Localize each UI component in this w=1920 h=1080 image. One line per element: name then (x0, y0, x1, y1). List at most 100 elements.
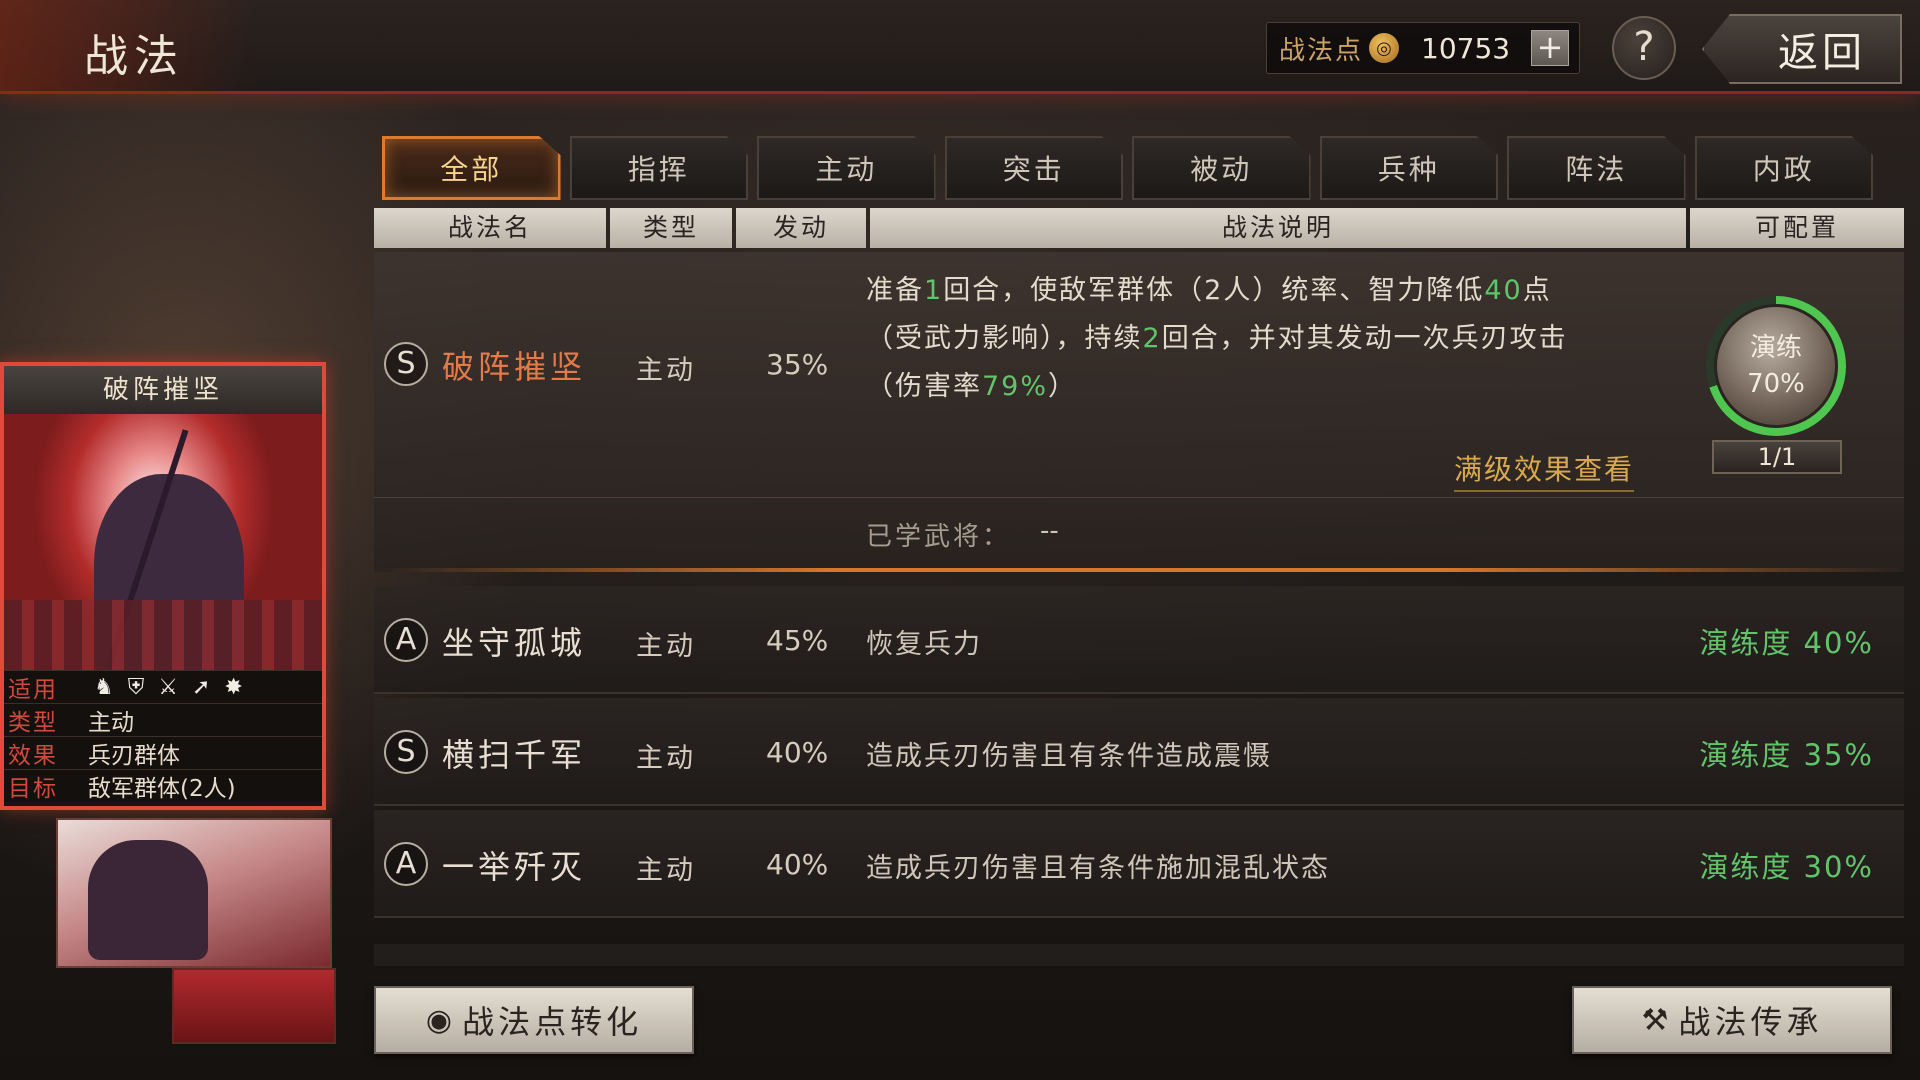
page-title: 战法 (84, 31, 184, 82)
tab-all[interactable]: 全部 (382, 136, 561, 200)
skill-description: 造成兵刃伤害且有条件施加混乱状态 (866, 853, 1330, 884)
max-level-effect-link[interactable]: 满级效果查看 (1454, 448, 1635, 492)
help-button[interactable]: ? (1612, 16, 1676, 80)
convert-points-button[interactable]: ◉ 战法点转化 (374, 986, 694, 1054)
tab-active[interactable]: 主动 (757, 136, 936, 200)
tab-assault[interactable]: 突击 (944, 136, 1124, 200)
desc-highlight: 79% (982, 371, 1049, 402)
skill-type: 主动 (636, 631, 696, 662)
learned-generals-value: -- (1040, 516, 1059, 546)
type-value: 主动 (88, 710, 134, 736)
back-label: 返回 (1778, 30, 1866, 76)
col-name[interactable]: 战法名 (374, 208, 606, 248)
tab-formation[interactable]: 阵法 (1507, 136, 1686, 200)
grade-badge: S (384, 342, 428, 386)
drill-progress: 演练度 40% (1699, 626, 1874, 660)
skill-card-title: 破阵摧坚 (4, 366, 322, 414)
skill-type: 主动 (636, 855, 696, 886)
skill-name: 横扫千军 (442, 736, 587, 774)
selected-skill-row[interactable]: S 破阵摧坚 主动 35% 准备1回合，使敌军群体（2人）统率、智力降低40点 … (374, 252, 1904, 572)
cavalry-icon: ♞ (94, 674, 114, 700)
inherit-skill-button[interactable]: ⚒ 战法传承 (1572, 986, 1892, 1054)
drill-progress: 演练度 35% (1699, 738, 1874, 772)
grade-badge: A (384, 842, 428, 886)
selected-highlight-bar (374, 568, 1904, 572)
wheel-icon: ✸ (224, 674, 243, 700)
description-line-3: （伤害率79%） (866, 364, 1077, 403)
skill-name: 破阵摧坚 (442, 348, 587, 386)
tab-command[interactable]: 指挥 (569, 136, 749, 200)
skill-row[interactable]: A 一举歼灭 主动 40% 造成兵刃伤害且有条件施加混乱状态 演练度 30% (374, 810, 1904, 918)
apply-icons: ♞ ⛨ ⚔ ➚ ✸ (80, 675, 243, 700)
skill-type: 主动 (636, 355, 696, 386)
add-points-button[interactable]: + (1531, 30, 1569, 66)
type-label: 类型 (8, 710, 58, 736)
drill-progress: 演练度 30% (1699, 850, 1874, 884)
skill-name: 一举歼灭 (442, 848, 587, 886)
convert-label: 战法点转化 (462, 1003, 643, 1041)
skill-rate: 40% (766, 848, 829, 881)
desc-text: 回合，并对其发动一次兵刃攻击 (1161, 323, 1568, 354)
army-crowd (4, 600, 322, 670)
flame-coin-icon: ◎ (1369, 33, 1400, 63)
card-apply-row: 适用 ♞ ⛨ ⚔ ➚ ✸ (4, 670, 322, 703)
col-configurable[interactable]: 可配置 (1690, 208, 1904, 248)
skill-name: 坐守孤城 (442, 624, 587, 662)
effect-value: 兵刃群体 (88, 743, 180, 769)
description-line-2: （受武力影响），持续2回合，并对其发动一次兵刃攻击 (866, 316, 1568, 355)
skill-card: 破阵摧坚 适用 ♞ ⛨ ⚔ ➚ ✸ 类型 主动 效果 兵刃群体 目标 敌军群体(… (0, 362, 326, 810)
desc-text: 回合，使敌军群体（2人）统率、智力降低 (943, 275, 1485, 306)
apply-label: 适用 (8, 677, 58, 703)
skill-description: 恢复兵力 (866, 629, 982, 660)
desc-highlight: 1 (924, 275, 944, 306)
config-count: 1/1 (1712, 440, 1842, 474)
column-headers: 战法名 类型 发动 战法说明 可配置 (374, 208, 1904, 248)
skill-type: 主动 (636, 743, 696, 774)
desc-text: 准备 (866, 275, 924, 306)
stacked-card-art (56, 818, 332, 968)
tactic-points-display: 战法点 ◎ 10753 + (1266, 22, 1580, 74)
card-effect-row: 效果 兵刃群体 (4, 736, 322, 769)
desc-text: 点 (1522, 275, 1552, 306)
skill-card-art (4, 414, 322, 670)
top-bar: 战法 战法点 ◎ 10753 + ? 返回 (0, 0, 1920, 94)
tab-troop[interactable]: 兵种 (1319, 136, 1499, 200)
crossed-bow-icon: ⚔ (158, 674, 178, 700)
desc-text: （受武力影响），持续 (866, 323, 1143, 354)
effect-label: 效果 (8, 743, 58, 769)
skill-description: 造成兵刃伤害且有条件造成震慑 (866, 741, 1272, 772)
target-label: 目标 (8, 776, 58, 802)
stacked-card-art-2 (172, 968, 336, 1044)
drill-percent: 70% (1747, 369, 1805, 399)
grade-badge: S (384, 730, 428, 774)
list-overflow-row (374, 944, 1904, 966)
description-line-1: 准备1回合，使敌军群体（2人）统率、智力降低40点 (866, 268, 1552, 307)
col-type[interactable]: 类型 (610, 208, 732, 248)
col-description: 战法说明 (870, 208, 1686, 248)
figure-silhouette (88, 840, 208, 960)
divider (374, 497, 1904, 498)
learned-generals-label: 已学武将： (866, 522, 1012, 552)
grade-badge: A (384, 618, 428, 662)
card-target-row: 目标 敌军群体(2人) (4, 769, 322, 802)
drill-label: 演练 (1749, 333, 1802, 363)
tab-passive[interactable]: 被动 (1132, 136, 1311, 200)
target-value: 敌军群体(2人) (88, 776, 236, 802)
skill-rate: 35% (766, 348, 829, 381)
skill-row[interactable]: A 坐守孤城 主动 45% 恢复兵力 演练度 40% (374, 586, 1904, 694)
inherit-label: 战法传承 (1678, 1003, 1823, 1041)
points-label: 战法点 (1279, 35, 1364, 66)
flame-coin-icon: ◉ (425, 1002, 457, 1038)
spear-icon: ➚ (191, 674, 211, 700)
category-tabs: 全部 指挥 主动 突击 被动 兵种 阵法 内政 (382, 136, 1882, 200)
points-value: 10753 (1421, 31, 1511, 65)
skill-rate: 45% (766, 624, 829, 657)
desc-text: ） (1048, 371, 1078, 402)
skill-row[interactable]: S 横扫千军 主动 40% 造成兵刃伤害且有条件造成震慑 演练度 35% (374, 698, 1904, 806)
tab-internal[interactable]: 内政 (1694, 136, 1874, 200)
card-type-row: 类型 主动 (4, 703, 322, 736)
drill-progress-ring: 演练 70% (1706, 296, 1846, 436)
col-trigger[interactable]: 发动 (736, 208, 866, 248)
desc-highlight: 2 (1142, 323, 1162, 354)
back-button[interactable]: 返回 (1702, 14, 1902, 84)
